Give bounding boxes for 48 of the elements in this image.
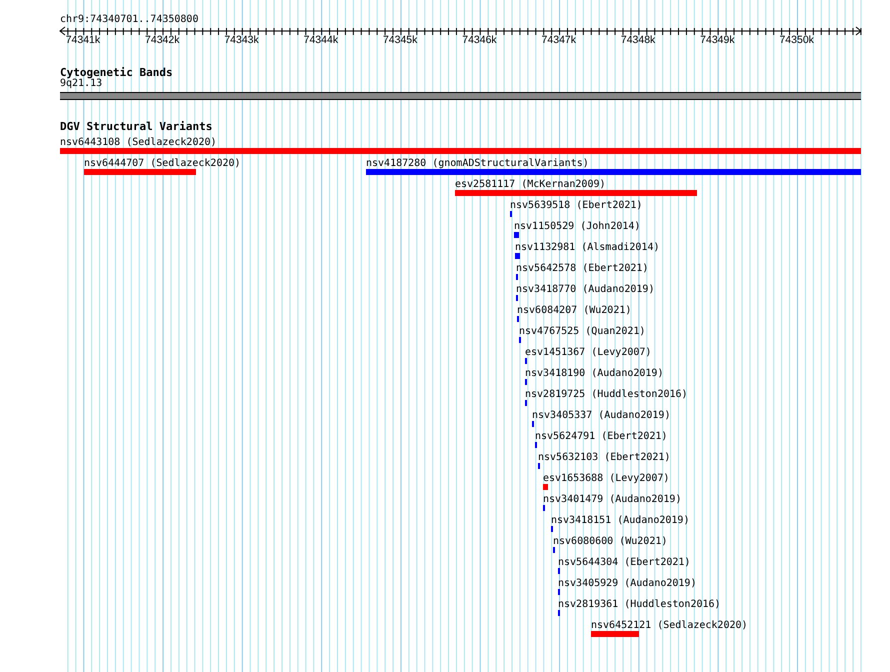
- variant-bar[interactable]: [591, 631, 639, 637]
- ruler-tick-label: 74349k: [700, 34, 735, 46]
- ruler-tick-label: 74346k: [462, 34, 497, 46]
- variant-label: nsv2819361 (Huddleston2016): [558, 600, 721, 609]
- ruler-tick-label: 74347k: [542, 34, 576, 46]
- variant-label: nsv6444707 (Sedlazeck2020): [84, 159, 241, 168]
- variant-bar[interactable]: [60, 148, 861, 154]
- variant-bar[interactable]: [84, 169, 196, 175]
- location-label: chr9:74340701..74350800: [60, 14, 198, 26]
- variant-bar[interactable]: [455, 190, 697, 196]
- ruler-tick-label: 74341k: [66, 34, 100, 46]
- variant-label: nsv3418190 (Audano2019): [525, 369, 664, 378]
- ruler-tick-label: 74344k: [304, 34, 338, 46]
- ruler-tick-label: 74342k: [145, 34, 180, 46]
- variant-bar[interactable]: [515, 253, 520, 259]
- variant-label: esv1451367 (Levy2007): [525, 348, 652, 357]
- variant-bar[interactable]: [543, 484, 548, 490]
- variant-label: nsv6443108 (Sedlazeck2020): [60, 138, 217, 147]
- variant-label: nsv3401479 (Audano2019): [543, 495, 682, 504]
- variant-label: nsv3418770 (Audano2019): [516, 285, 654, 294]
- variant-label: nsv1150529 (John2014): [514, 222, 640, 231]
- ruler-tick-label: 74343k: [224, 34, 259, 46]
- variant-label: nsv2819725 (Huddleston2016): [525, 390, 688, 399]
- variant-label: nsv1132981 (Alsmadi2014): [515, 243, 660, 252]
- ruler-tick-label: 74345k: [382, 34, 418, 46]
- track-title: Cytogenetic Bands: [60, 66, 173, 79]
- ruler-tick-label: 74348k: [620, 34, 656, 46]
- variant-bar[interactable]: [366, 169, 861, 175]
- ruler-tick-label: 74350k: [779, 34, 814, 46]
- variant-bar[interactable]: [514, 232, 519, 238]
- variant-label: nsv3418151 (Audano2019): [551, 516, 690, 525]
- track-title: DGV Structural Variants: [60, 120, 212, 133]
- variant-label: nsv5624791 (Ebert2021): [535, 432, 668, 441]
- variant-label: nsv6080600 (Wu2021): [553, 537, 668, 546]
- variant-label: esv1653688 (Levy2007): [543, 474, 670, 483]
- variant-label: nsv6084207 (Wu2021): [517, 306, 632, 315]
- cytoband-bar[interactable]: [60, 92, 861, 100]
- variant-label: nsv6452121 (Sedlazeck2020): [591, 621, 748, 630]
- variant-label: nsv3405929 (Audano2019): [558, 579, 696, 588]
- variant-label: nsv5642578 (Ebert2021): [516, 264, 648, 273]
- variant-label: nsv5639518 (Ebert2021): [510, 201, 642, 210]
- variant-label: nsv3405337 (Audano2019): [532, 411, 670, 420]
- variant-label: nsv5644304 (Ebert2021): [558, 558, 690, 567]
- variant-label: nsv4187280 (gnomADStructuralVariants): [366, 159, 589, 168]
- band-label: 9q21.13: [60, 79, 102, 88]
- variant-label: nsv5632103 (Ebert2021): [538, 453, 670, 462]
- variant-label: nsv4767525 (Quan2021): [519, 327, 646, 336]
- variant-label: esv2581117 (McKernan2009): [455, 180, 606, 189]
